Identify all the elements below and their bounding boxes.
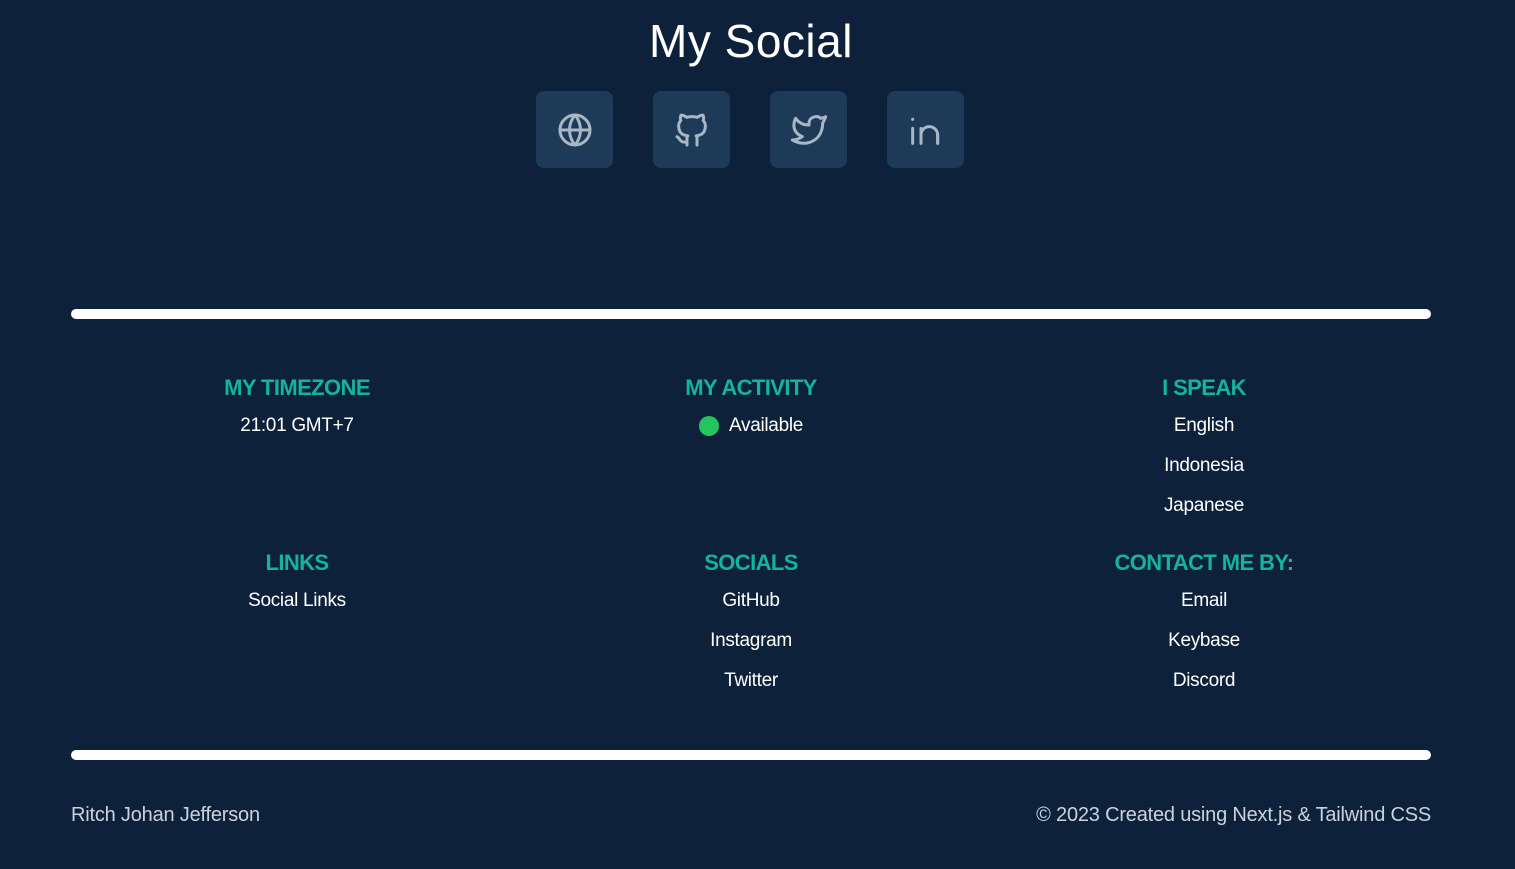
activity-status-label: Available xyxy=(728,415,804,436)
github-button[interactable] xyxy=(653,91,730,168)
contact-section: CONTACT ME BY: Email Keybase Discord xyxy=(1004,549,1404,691)
timezone-section: MY TIMEZONE 21:01 GMT+7 xyxy=(97,374,497,456)
author-name: Ritch Johan Jefferson xyxy=(71,804,260,826)
github-icon xyxy=(675,113,707,146)
instagram-link[interactable]: Instagram xyxy=(710,630,792,651)
social-icon-row xyxy=(536,91,964,168)
activity-section: MY ACTIVITY Available xyxy=(551,374,951,461)
twitter-link[interactable]: Twitter xyxy=(724,670,778,691)
language-item: Indonesia xyxy=(1164,455,1244,476)
copyright-text: © 2023 Created using Next.js & Tailwind … xyxy=(1036,804,1431,826)
discord-link[interactable]: Discord xyxy=(1173,670,1236,691)
links-heading: LINKS xyxy=(265,550,329,575)
twitter-icon xyxy=(790,114,827,145)
timezone-value: 21:01 GMT+7 xyxy=(240,415,354,436)
github-link[interactable]: GitHub xyxy=(722,590,780,611)
activity-status: Available xyxy=(551,416,951,441)
keybase-link[interactable]: Keybase xyxy=(1168,630,1240,651)
languages-heading: I SPEAK xyxy=(1162,375,1246,400)
top-divider xyxy=(71,309,1431,319)
linkedin-icon xyxy=(910,117,939,145)
page-title: My Social xyxy=(649,15,853,67)
languages-section: I SPEAK English Indonesia Japanese xyxy=(1004,374,1404,516)
email-link[interactable]: Email xyxy=(1181,590,1227,611)
socials-section: SOCIALS GitHub Instagram Twitter xyxy=(551,549,951,691)
socials-heading: SOCIALS xyxy=(704,550,798,575)
bottom-divider xyxy=(71,750,1431,760)
twitter-button[interactable] xyxy=(770,91,847,168)
timezone-heading: MY TIMEZONE xyxy=(224,375,370,400)
linkedin-button[interactable] xyxy=(887,91,964,168)
language-item: Japanese xyxy=(1163,495,1244,516)
social-links-link[interactable]: Social Links xyxy=(248,590,346,611)
language-item: English xyxy=(1173,415,1235,436)
links-section: LINKS Social Links xyxy=(97,549,497,631)
globe-icon xyxy=(558,113,591,146)
page: My Social MY TIMEZONE 21:01 GMT+7 MY ACT… xyxy=(0,0,1515,869)
status-dot-icon xyxy=(698,416,719,436)
activity-heading: MY ACTIVITY xyxy=(685,375,817,400)
contact-heading: CONTACT ME BY: xyxy=(1114,550,1295,575)
website-button[interactable] xyxy=(536,91,613,168)
